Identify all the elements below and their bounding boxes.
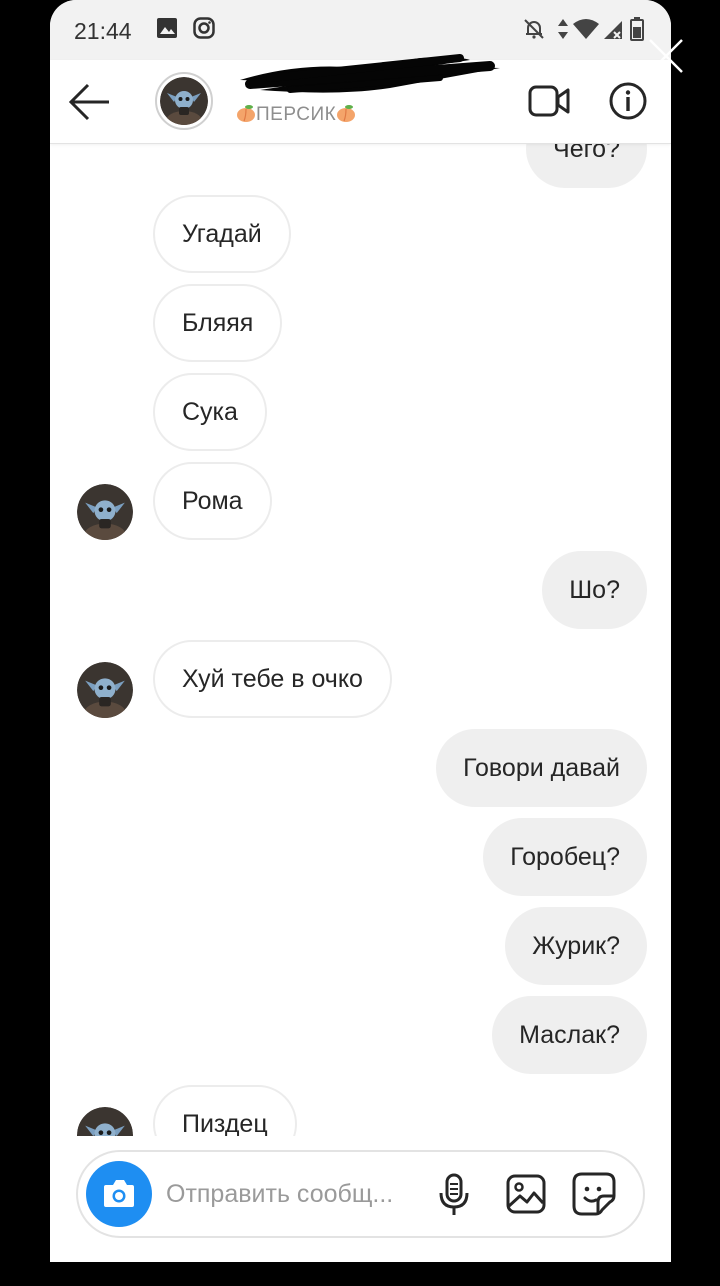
instagram-notification-icon <box>193 17 215 39</box>
signal-icon <box>604 21 622 39</box>
peach-icon <box>337 105 356 122</box>
contact-avatar[interactable] <box>155 72 213 130</box>
gallery-icon[interactable] <box>506 1174 546 1214</box>
video-camera-icon[interactable] <box>528 84 570 118</box>
phone-screen: 21:44 ПЕРСИК Чего? Угадай Бляяя Сука Ром… <box>50 0 671 1262</box>
message-text: Маслак? <box>519 1021 620 1049</box>
mute-bell-icon <box>524 19 544 39</box>
message-bubble-outgoing[interactable]: Горобец? <box>483 818 647 896</box>
camera-icon <box>104 1180 134 1207</box>
message-bubble-outgoing[interactable]: Говори давай <box>436 729 647 807</box>
sender-avatar[interactable] <box>77 484 133 540</box>
message-text: Горобец? <box>510 843 620 871</box>
message-composer <box>76 1150 645 1238</box>
redaction-scribble <box>240 54 500 93</box>
message-bubble-outgoing[interactable]: Маслак? <box>492 996 647 1074</box>
message-bubble-outgoing[interactable]: Чего? <box>526 144 647 188</box>
message-bubble-incoming[interactable]: Угадай <box>153 195 291 273</box>
message-text: Говори давай <box>463 754 620 782</box>
sender-avatar[interactable] <box>77 662 133 718</box>
message-text: Рома <box>182 487 243 515</box>
message-input[interactable] <box>166 1172 428 1216</box>
microphone-icon[interactable] <box>438 1173 470 1217</box>
message-text: Сука <box>182 398 238 426</box>
avatar-image <box>77 1107 133 1136</box>
avatar-image <box>160 77 208 125</box>
back-arrow-icon[interactable] <box>68 82 112 122</box>
wifi-icon <box>573 19 599 39</box>
message-bubble-incoming[interactable]: Сука <box>153 373 267 451</box>
message-bubble-incoming[interactable]: Хуй тебе в очко <box>153 640 392 718</box>
message-bubble-outgoing[interactable]: Журик? <box>505 907 647 985</box>
message-text: Журик? <box>532 932 620 960</box>
message-text: Шо? <box>569 576 620 604</box>
avatar-image <box>77 484 133 540</box>
contact-name-text: ПЕРСИК <box>256 104 337 125</box>
message-text: Пиздец <box>182 1110 268 1136</box>
message-thread: Чего? Угадай Бляяя Сука Рома Шо? Хуй теб… <box>50 144 671 1136</box>
message-text: Угадай <box>182 220 262 248</box>
image-notification-icon <box>157 18 177 38</box>
info-icon[interactable] <box>608 81 648 121</box>
message-text: Хуй тебе в очко <box>182 665 363 693</box>
sticker-icon[interactable] <box>572 1172 616 1216</box>
peach-icon <box>237 105 255 122</box>
message-bubble-incoming[interactable]: Бляяя <box>153 284 283 362</box>
camera-button[interactable] <box>86 1161 152 1227</box>
avatar-image <box>77 662 133 718</box>
message-bubble-outgoing[interactable]: Шо? <box>542 551 647 629</box>
contact-display-name: ПЕРСИК <box>236 104 356 126</box>
message-bubble-incoming[interactable]: Рома <box>153 462 272 540</box>
message-text: Чего? <box>553 144 620 163</box>
message-bubble-incoming[interactable]: Пиздец <box>153 1085 297 1136</box>
status-time: 21:44 <box>74 18 132 44</box>
message-text: Бляяя <box>182 309 254 337</box>
data-transfer-icon <box>558 19 568 39</box>
sender-avatar[interactable] <box>77 1107 133 1136</box>
chat-header: ПЕРСИК <box>50 54 671 144</box>
battery-icon <box>630 17 644 41</box>
